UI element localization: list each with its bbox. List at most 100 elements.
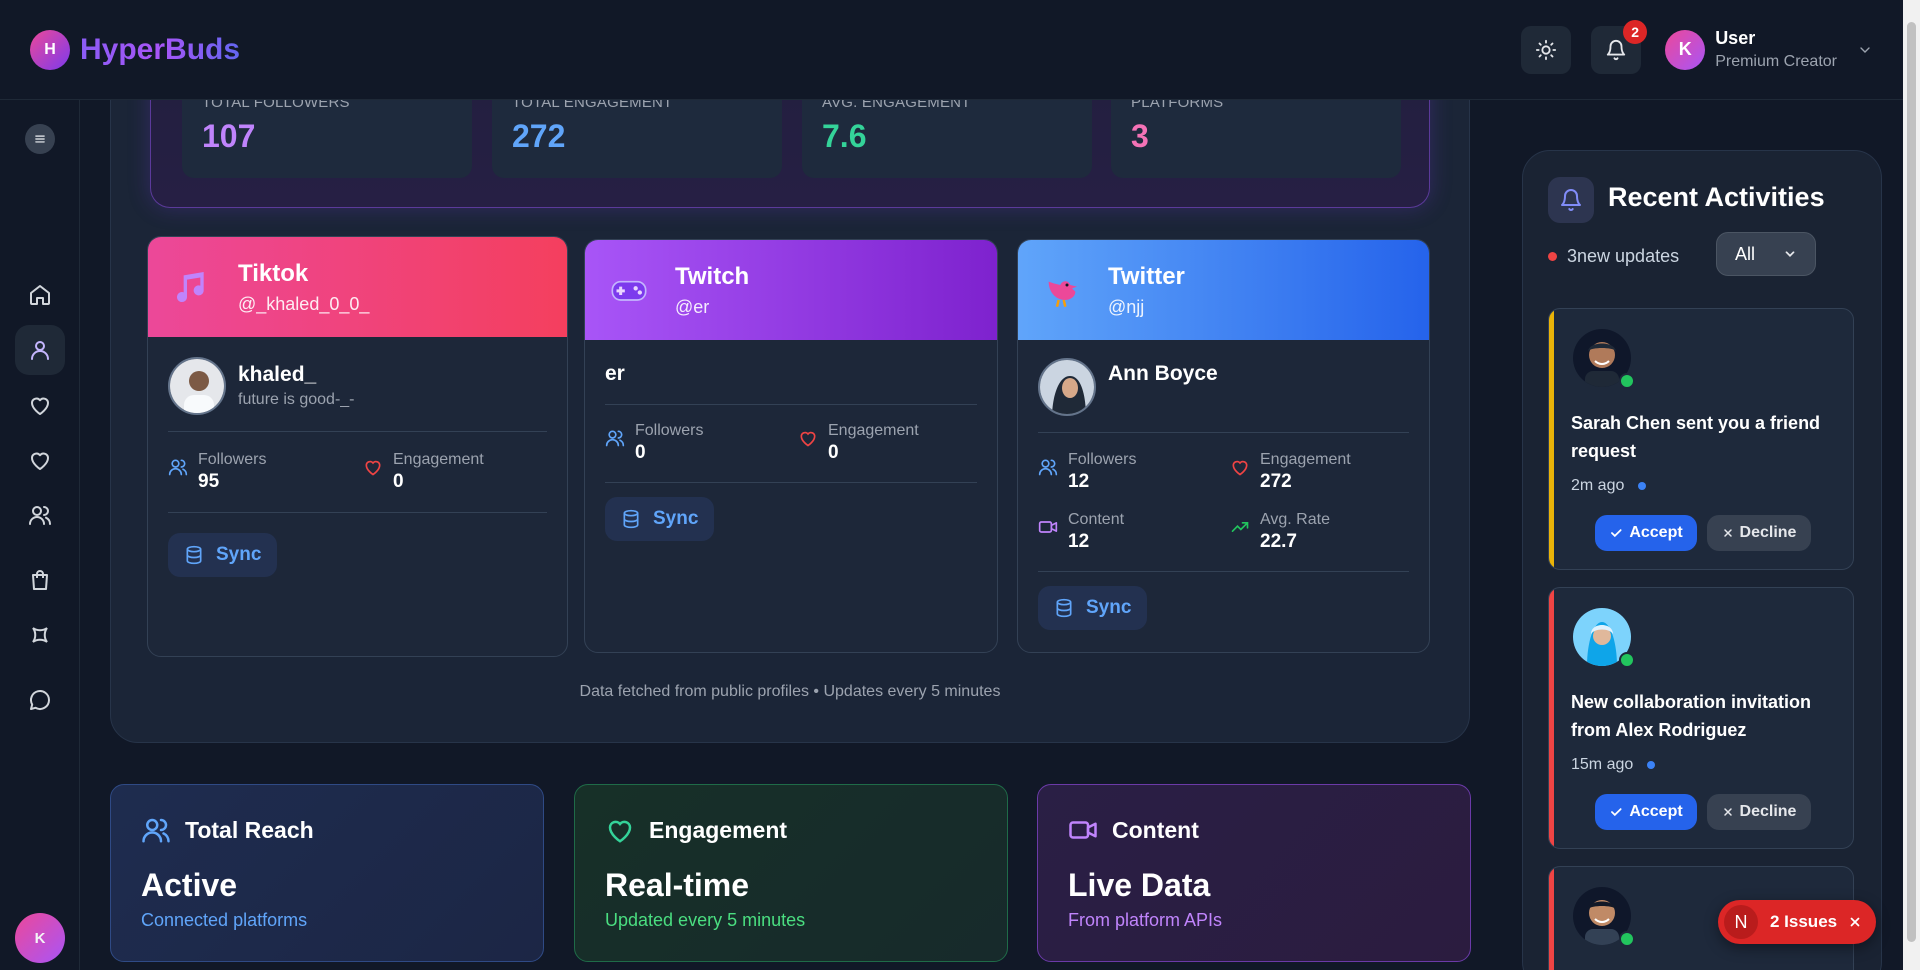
database-icon bbox=[621, 509, 653, 529]
sidebar-item-home[interactable] bbox=[15, 270, 65, 320]
sidebar-item-profile[interactable] bbox=[15, 325, 65, 375]
sidebar-item-matches[interactable] bbox=[15, 435, 65, 485]
metric-label: Engagement bbox=[393, 451, 484, 468]
brand-name[interactable]: HyperBuds bbox=[80, 33, 240, 67]
sync-button[interactable]: Sync bbox=[605, 497, 715, 541]
chevron-down-icon bbox=[1783, 247, 1797, 261]
logo-badge[interactable]: H bbox=[30, 29, 70, 70]
close-icon[interactable] bbox=[1848, 915, 1862, 929]
users-icon bbox=[168, 457, 188, 477]
top-bar: H HyperBuds 2 K User Premium Creator bbox=[0, 0, 1903, 100]
video-icon bbox=[1038, 517, 1058, 537]
accept-button[interactable]: Accept bbox=[1595, 794, 1697, 830]
metric-value: 0 bbox=[393, 471, 404, 492]
user-icon bbox=[28, 338, 52, 362]
platform-header: Twitter @njj bbox=[1018, 240, 1429, 340]
metric-label: Followers bbox=[1068, 451, 1137, 468]
platform-header: Tiktok @_khaled_0_0_ bbox=[148, 237, 567, 337]
unread-dot bbox=[1647, 761, 1656, 769]
close-icon bbox=[1722, 527, 1734, 539]
metric-value: 12 bbox=[1068, 531, 1090, 552]
sidebar-item-messages[interactable] bbox=[15, 675, 65, 725]
user-role: Premium Creator bbox=[1715, 53, 1837, 70]
menu-icon bbox=[33, 132, 47, 146]
scrollbar-thumb[interactable] bbox=[1907, 22, 1916, 942]
platform-card-twitter: Twitter @njj Ann Boyce Followers 12 Enga… bbox=[1017, 239, 1430, 653]
music-note-icon bbox=[172, 267, 220, 307]
user-meta: User Premium Creator bbox=[1715, 28, 1837, 71]
profile-name: khaled_ bbox=[238, 363, 317, 386]
issues-count: 2 Issues bbox=[1770, 912, 1838, 931]
metric-value: 0 bbox=[635, 442, 646, 463]
notifications-button[interactable]: 2 bbox=[1591, 19, 1648, 74]
message-icon bbox=[28, 688, 52, 712]
close-icon bbox=[1722, 806, 1734, 818]
sidebar-item-collab[interactable] bbox=[15, 610, 65, 660]
platform-card-twitch: Twitch @er er Followers 0 Engagement 0 S… bbox=[584, 239, 998, 653]
accept-button[interactable]: Accept bbox=[1595, 515, 1697, 551]
sidebar: K bbox=[0, 100, 80, 970]
metric-value: 22.7 bbox=[1260, 531, 1297, 552]
platform-name: Twitch bbox=[675, 262, 750, 290]
check-icon bbox=[1609, 526, 1623, 540]
platform-handle: @njj bbox=[1108, 296, 1145, 317]
platform-handle: @_khaled_0_0_ bbox=[238, 293, 370, 314]
platform-header: Twitch @er bbox=[585, 240, 997, 340]
metric-label: Followers bbox=[635, 422, 704, 439]
sidebar-item-favorites[interactable] bbox=[15, 380, 65, 430]
metric-value: 272 bbox=[1260, 471, 1292, 492]
sync-label: Sync bbox=[653, 508, 699, 529]
bell-icon bbox=[1559, 188, 1583, 212]
divider bbox=[1038, 432, 1409, 433]
info-subtitle: From platform APIs bbox=[1068, 910, 1223, 930]
info-title: Content bbox=[1112, 816, 1199, 843]
profile-row: er bbox=[585, 362, 997, 386]
sidebar-toggle-button[interactable] bbox=[25, 124, 55, 154]
online-status-dot bbox=[1619, 373, 1635, 389]
user-menu[interactable]: K User Premium Creator bbox=[1665, 28, 1873, 71]
metric-value: 12 bbox=[1068, 471, 1090, 492]
decline-button[interactable]: Decline bbox=[1707, 794, 1811, 830]
metric-value: 95 bbox=[198, 471, 220, 492]
metric-label: Avg. Rate bbox=[1260, 511, 1330, 528]
topbar-actions: 2 K User Premium Creator bbox=[1501, 19, 1873, 74]
sidebar-item-shop[interactable] bbox=[15, 555, 65, 605]
sidebar-avatar[interactable]: K bbox=[15, 913, 65, 963]
home-icon bbox=[28, 283, 52, 307]
divider bbox=[605, 404, 977, 405]
shopping-bag-icon bbox=[28, 568, 52, 592]
metric-value: 0 bbox=[828, 442, 839, 463]
engagement-metric: Engagement 272 bbox=[1230, 451, 1351, 493]
info-title: Engagement bbox=[649, 816, 788, 843]
decline-button[interactable]: Decline bbox=[1707, 515, 1811, 551]
sync-button[interactable]: Sync bbox=[1038, 586, 1148, 630]
sidebar-item-community[interactable] bbox=[15, 490, 65, 540]
activity-time: 15m ago bbox=[1571, 756, 1656, 774]
activity-filter-select[interactable]: All bbox=[1716, 232, 1816, 276]
info-subtitle: Connected platforms bbox=[141, 910, 308, 930]
info-title: Total Reach bbox=[185, 816, 314, 843]
metric-label: Engagement bbox=[1260, 451, 1351, 468]
users-icon bbox=[141, 815, 185, 845]
page-scrollbar[interactable] bbox=[1903, 0, 1920, 970]
theme-toggle-button[interactable] bbox=[1521, 25, 1572, 74]
info-value: Live Data bbox=[1068, 867, 1211, 903]
activity-accent-bar bbox=[1549, 867, 1554, 970]
accept-label: Accept bbox=[1629, 524, 1683, 541]
divider bbox=[605, 482, 977, 483]
stat-value: 107 bbox=[202, 118, 256, 154]
database-icon bbox=[184, 545, 216, 565]
sync-button[interactable]: Sync bbox=[168, 533, 278, 577]
issues-indicator[interactable]: N 2 Issues bbox=[1718, 900, 1876, 944]
bird-icon bbox=[1042, 270, 1090, 310]
activity-text: New collaboration invitation from Alex R… bbox=[1571, 692, 1812, 740]
info-value: Active bbox=[141, 867, 238, 903]
online-status-dot bbox=[1619, 652, 1635, 668]
platform-card-tiktok: Tiktok @_khaled_0_0_ khaled_ future is g… bbox=[147, 236, 568, 657]
engagement-metric: Engagement 0 bbox=[363, 451, 484, 493]
stat-value: 3 bbox=[1131, 118, 1149, 154]
unread-dot bbox=[1638, 482, 1647, 490]
heart-icon bbox=[363, 457, 383, 477]
followers-metric: Followers 12 bbox=[1038, 451, 1136, 493]
accept-label: Accept bbox=[1629, 803, 1683, 820]
